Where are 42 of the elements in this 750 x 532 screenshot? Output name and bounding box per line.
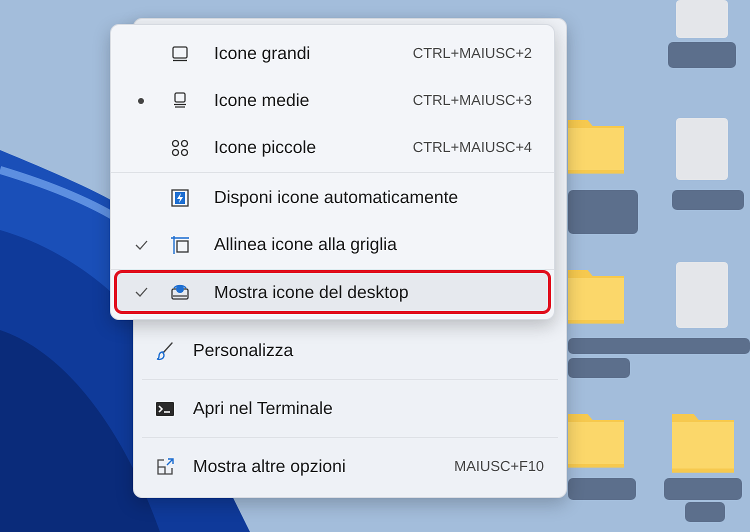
monitor-icon — [170, 44, 190, 64]
menu-item-label: Icone grandi — [214, 43, 310, 64]
pixelated-label — [568, 478, 636, 500]
menu-item[interactable]: Icone piccole CTRL+MAIUSC+4 — [117, 124, 548, 171]
align-grid-icon — [170, 234, 190, 254]
shortcut-label: CTRL+MAIUSC+2 — [412, 46, 532, 62]
menu-item[interactable]: Mostra icone del desktop — [117, 273, 548, 311]
menu-item[interactable]: Icone medie CTRL+MAIUSC+3 — [117, 77, 548, 124]
menu-item[interactable]: Allinea icone alla griglia — [117, 221, 548, 268]
folder-icon[interactable] — [568, 414, 624, 468]
file-icon[interactable] — [676, 118, 728, 180]
file-icon[interactable] — [676, 0, 728, 38]
menu-item-label: Mostra icone del desktop — [214, 282, 409, 302]
brush-icon — [155, 340, 175, 360]
menu-item[interactable]: Mostra altre opzioni MAIUSC+F10 — [140, 438, 560, 495]
lightning-frame-icon — [170, 188, 190, 208]
menu-item[interactable]: Icone grandi CTRL+MAIUSC+2 — [117, 30, 548, 77]
folder-icon[interactable] — [672, 414, 734, 473]
menu-item[interactable]: Disponi icone automaticamente — [117, 174, 548, 221]
menu-item-label: Icone piccole — [214, 137, 316, 158]
folder-icon[interactable] — [568, 270, 624, 324]
expand-window-icon — [155, 456, 175, 476]
pixelated-label — [568, 190, 638, 234]
shortcut-label: CTRL+MAIUSC+3 — [412, 92, 532, 108]
menu-item-label: Personalizza — [193, 340, 294, 361]
shortcut-label: MAIUSC+F10 — [454, 458, 544, 474]
pixelated-label — [668, 42, 736, 68]
menu-item-label: Allinea icone alla griglia — [214, 234, 397, 255]
pixelated-label — [568, 358, 630, 378]
menu-item-label: Icone medie — [214, 90, 310, 111]
shortcut-label: CTRL+MAIUSC+4 — [412, 140, 532, 156]
menu-item[interactable]: Apri nel Terminale — [140, 380, 560, 437]
grid-icon — [170, 138, 190, 158]
menu-item-label: Apri nel Terminale — [193, 398, 333, 419]
folder-icon[interactable] — [568, 120, 624, 174]
menu-item[interactable]: Personalizza — [140, 322, 560, 379]
desktop-icon — [170, 282, 190, 302]
menu-item-label: Mostra altre opzioni — [193, 456, 346, 477]
menu-item-label: Disponi icone automaticamente — [214, 187, 458, 208]
file-icon[interactable] — [676, 262, 728, 328]
pixelated-label — [672, 190, 744, 210]
pixelated-label — [685, 502, 725, 522]
